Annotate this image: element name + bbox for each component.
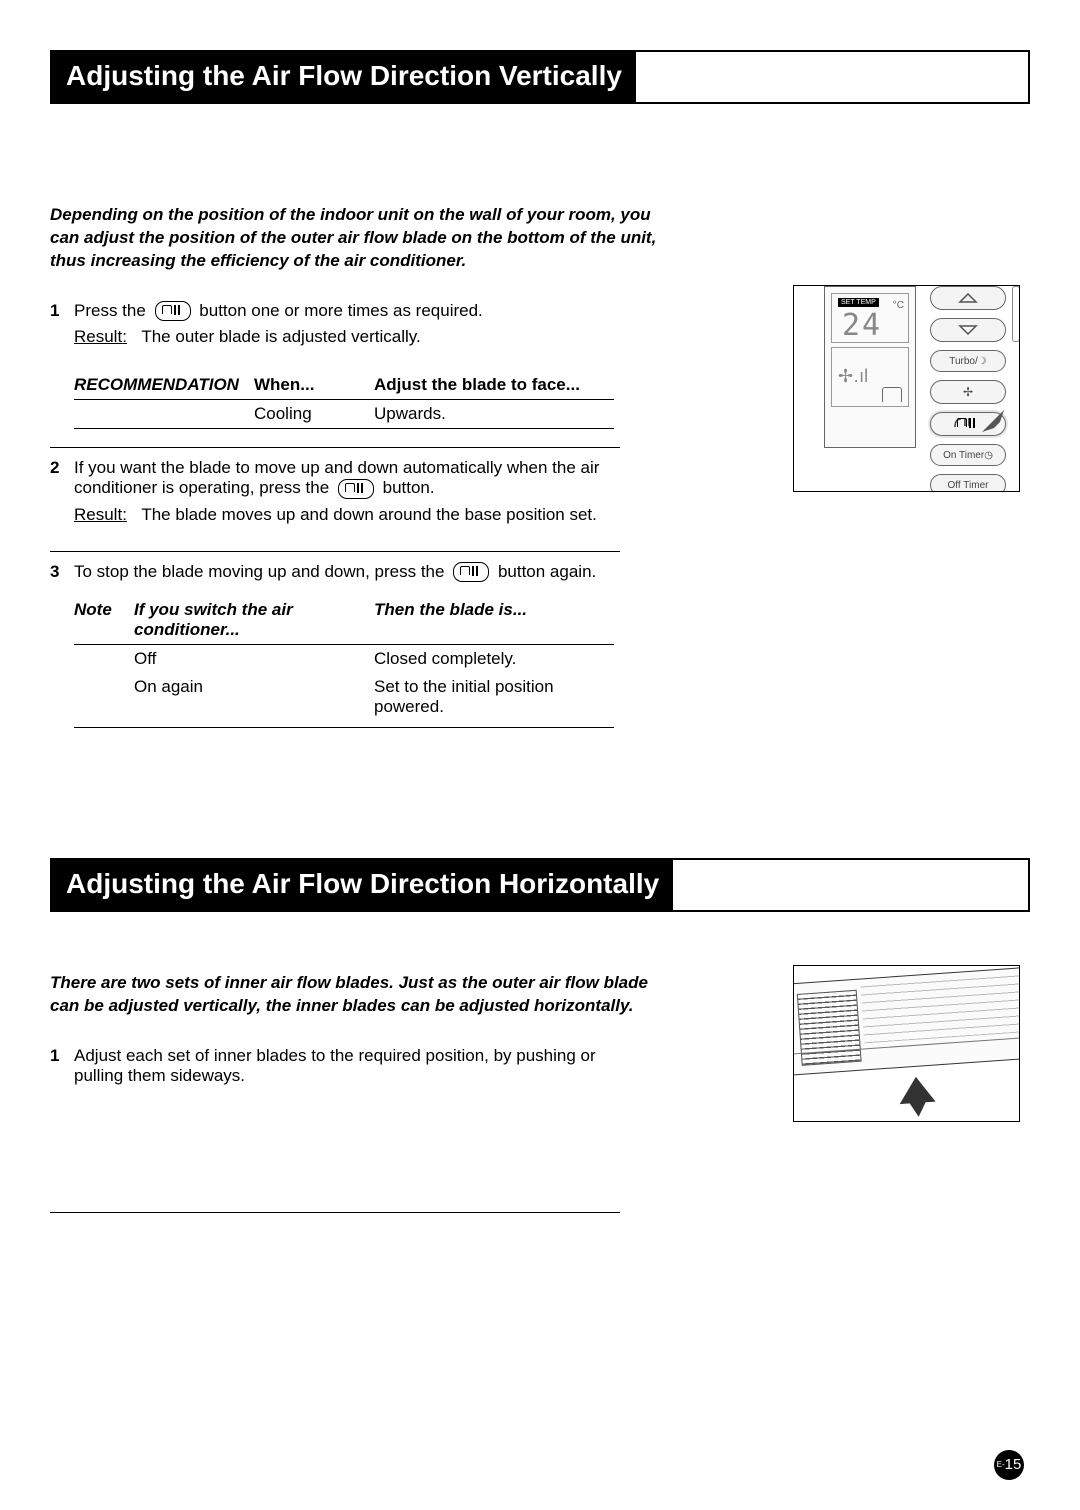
ac-body-icon [793, 967, 1020, 1078]
note-col-if: If you switch the air conditioner... [134, 600, 374, 640]
recommendation-label: RECOMMENDATION [74, 375, 254, 395]
note-row1-if: Off [134, 649, 374, 669]
remote-lcd: SET TEMP 24 °C ✢․ıl [824, 286, 916, 448]
step-1-text-before: Press the [74, 301, 146, 320]
step-1-result-label: Result: [74, 327, 127, 346]
note-table: Note If you switch the air conditioner..… [74, 600, 614, 728]
fan-indicator-icon: ✢․ıl [838, 366, 868, 387]
step-2-result-label: Result: [74, 505, 127, 524]
swing-button-icon [453, 562, 489, 582]
page-number: E-15 [994, 1450, 1024, 1480]
section-1-title: Adjusting the Air Flow Direction Vertica… [52, 52, 636, 102]
lcd-set-temp-label: SET TEMP [838, 298, 879, 307]
recommendation-when-value: Cooling [254, 404, 374, 424]
step-1-text-after: button one or more times as required. [199, 301, 482, 320]
turbo-button[interactable]: Turbo/☽ [930, 350, 1006, 372]
section-1-intro: Depending on the position of the indoor … [50, 204, 670, 273]
section-2-step-1-text: Adjust each set of inner blades to the r… [74, 1046, 620, 1086]
note-row2-if: On again [134, 677, 374, 717]
step-3: 3 To stop the blade moving up and down, … [50, 552, 620, 597]
swing-button-icon [338, 479, 374, 499]
indoor-unit-illustration [793, 965, 1020, 1122]
note-row1-then: Closed completely. [374, 649, 614, 669]
recommendation-adjust-value: Upwards. [374, 404, 614, 424]
recommendation-col-when: When... [254, 375, 374, 395]
note-col-then: Then the blade is... [374, 600, 614, 640]
step-1-result-text: The outer blade is adjusted vertically. [141, 327, 420, 346]
step-1: 1 Press the button one or more times as … [50, 291, 620, 362]
step-2-text-b: button. [383, 478, 435, 497]
step-2-number: 2 [50, 458, 74, 478]
section-2-step-1: 1 Adjust each set of inner blades to the… [50, 1036, 620, 1213]
step-3-text-b: button again. [498, 562, 596, 581]
recommendation-col-adjust: Adjust the blade to face... [374, 375, 614, 395]
lcd-temp-value: 24 [842, 308, 882, 343]
thermometer-icon [1012, 286, 1020, 342]
temp-up-button[interactable] [930, 286, 1006, 310]
step-1-number: 1 [50, 301, 74, 321]
step-2-result-text: The blade moves up and down around the b… [141, 505, 597, 524]
off-timer-button[interactable]: Off Timer [930, 474, 1006, 492]
step-3-number: 3 [50, 562, 74, 582]
section-1-title-box: Adjusting the Air Flow Direction Vertica… [50, 50, 1030, 104]
swing-button-icon [155, 301, 191, 321]
step-3-text-a: To stop the blade moving up and down, pr… [74, 562, 444, 581]
recommendation-table: RECOMMENDATION When... Adjust the blade … [74, 375, 614, 429]
on-timer-button[interactable]: On Timer ◷ [930, 444, 1006, 466]
remote-illustration: SET TEMP 24 °C ✢․ıl Turbo/☽ ✢ [793, 285, 1020, 492]
section-2-step-1-number: 1 [50, 1046, 74, 1066]
section-2-title: Adjusting the Air Flow Direction Horizon… [52, 860, 673, 910]
note-row2-then: Set to the initial position powered. [374, 677, 614, 717]
fan-button[interactable]: ✢ [930, 380, 1006, 404]
section-2-title-box: Adjusting the Air Flow Direction Horizon… [50, 858, 1030, 912]
note-label: Note [74, 600, 134, 640]
lcd-degree-label: °C [893, 300, 904, 311]
section-2-intro: There are two sets of inner air flow bla… [50, 972, 670, 1018]
adjust-arrow-icon [894, 1073, 941, 1122]
swing-indicator-icon [882, 387, 902, 402]
step-2: 2 If you want the blade to move up and d… [50, 448, 620, 552]
temp-down-button[interactable] [930, 318, 1006, 342]
callout-arrow-icon [980, 408, 1006, 434]
step-2-text-a: If you want the blade to move up and dow… [74, 458, 599, 497]
